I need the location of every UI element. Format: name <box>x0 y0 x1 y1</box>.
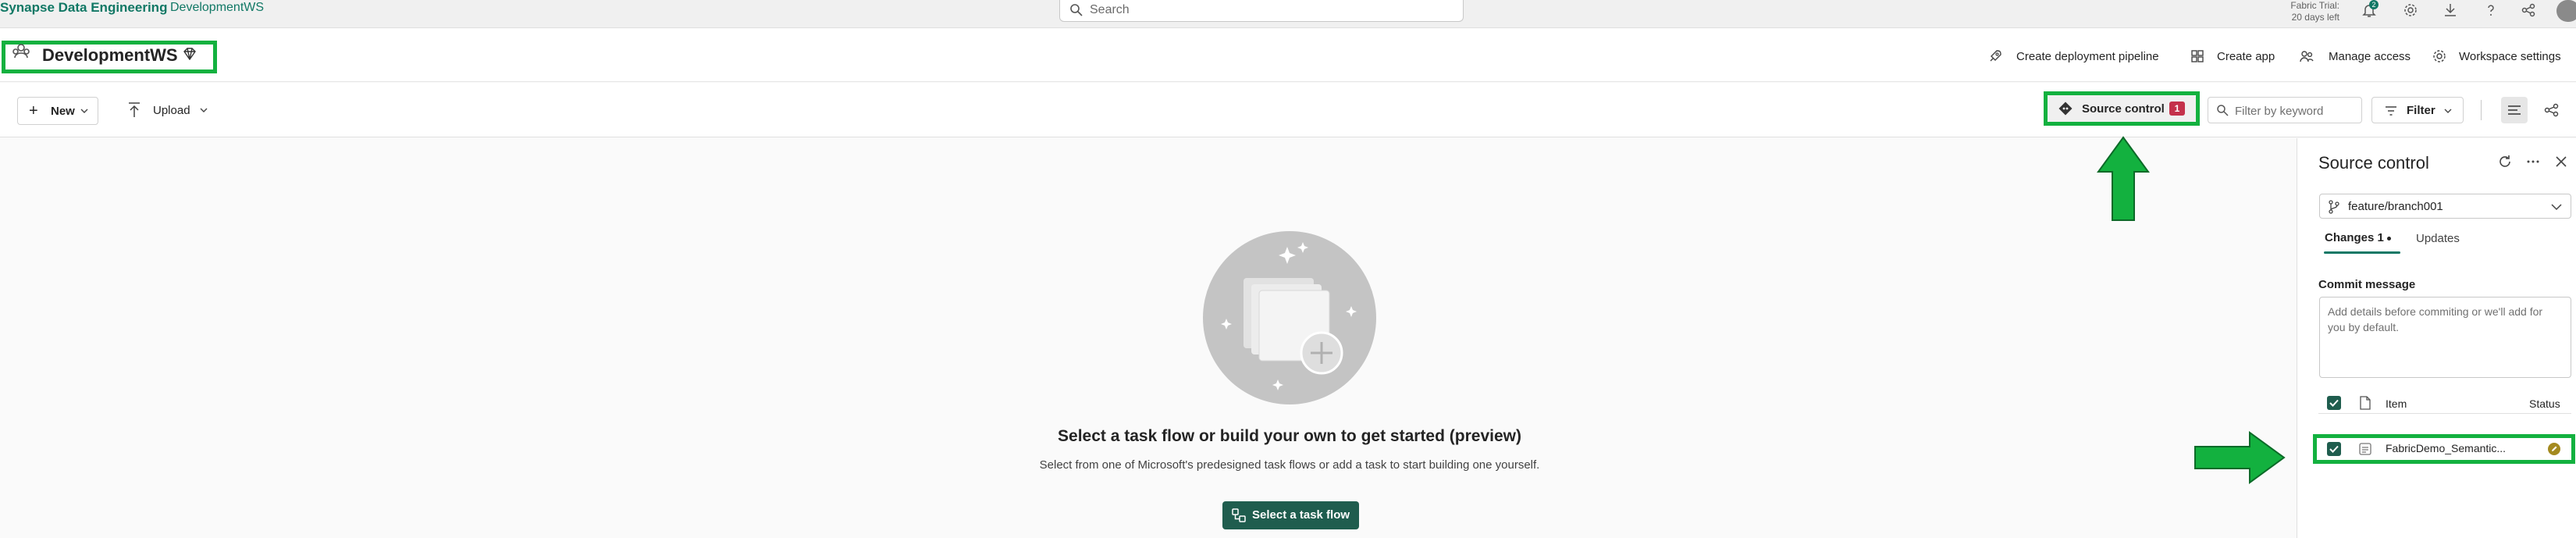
workspace-title: DevelopmentWS <box>42 45 178 65</box>
filter-placeholder: Filter by keyword <box>2235 105 2324 118</box>
filter-icon <box>2386 106 2396 116</box>
upload-label: Upload <box>153 104 190 117</box>
share-icon[interactable] <box>2520 2 2537 19</box>
chevron-down-icon <box>2444 109 2452 113</box>
refresh-icon[interactable] <box>2496 153 2514 170</box>
tab-changes-indicator <box>2324 251 2400 254</box>
search-box[interactable]: Search <box>1059 0 1464 22</box>
search-placeholder: Search <box>1090 3 1130 16</box>
select-task-flow-label: Select a task flow <box>1252 508 1350 522</box>
branch-name: feature/branch001 <box>2348 200 2443 213</box>
manage-access-button[interactable]: Manage access <box>2329 50 2411 63</box>
notification-badge: 2 <box>2369 0 2379 9</box>
git-icon <box>2058 102 2073 116</box>
branch-icon <box>2329 200 2339 214</box>
filter-button[interactable]: Filter <box>2371 97 2464 123</box>
diamond-icon <box>183 48 196 60</box>
source-control-button[interactable]: Source control 1 <box>2048 95 2196 122</box>
commit-message-label: Commit message <box>2318 278 2416 291</box>
pencil-icon <box>2552 446 2557 451</box>
gear-icon[interactable] <box>2402 2 2419 19</box>
people-icon <box>2300 51 2314 62</box>
trial-line1: Fabric Trial: <box>2290 0 2339 11</box>
filter-label: Filter <box>2407 104 2435 117</box>
rocket-icon <box>1990 50 2001 62</box>
lineage-view-button[interactable] <box>2539 97 2565 123</box>
arrow-annotation-right <box>2194 431 2286 484</box>
panel-title: Source control <box>2318 153 2429 173</box>
empty-state-illustration <box>1203 231 1376 404</box>
list-view-button[interactable] <box>2501 97 2528 123</box>
create-app-button[interactable]: Create app <box>2217 50 2275 63</box>
help-icon[interactable] <box>2482 2 2500 19</box>
workspace-icon <box>12 44 30 59</box>
checkmark-icon <box>2329 399 2339 407</box>
chevron-down-icon <box>80 109 88 113</box>
column-header-item: Item <box>2386 397 2407 410</box>
avatar[interactable] <box>2556 0 2576 22</box>
select-task-flow-button[interactable]: Select a task flow <box>1222 501 1359 529</box>
new-button[interactable]: + New <box>17 97 98 125</box>
arrow-annotation-up <box>2097 136 2150 221</box>
search-icon <box>1070 4 1083 16</box>
tab-changes[interactable]: Changes 1 <box>2325 231 2384 244</box>
list-icon <box>2508 105 2521 115</box>
main-canvas <box>0 138 2297 538</box>
column-header-status: Status <box>2529 397 2560 410</box>
task-flow-icon <box>1232 508 1246 522</box>
plus-icon: + <box>29 102 38 119</box>
upload-button[interactable]: Upload <box>122 97 215 125</box>
commit-message-field[interactable]: Add details before commiting or we'll ad… <box>2319 297 2571 378</box>
trial-status[interactable]: Fabric Trial: 20 days left <box>2275 0 2339 23</box>
breadcrumb-workspace[interactable]: DevelopmentWS <box>170 1 264 15</box>
chevron-down-icon <box>2551 204 2562 211</box>
branch-selector[interactable]: feature/branch001 <box>2319 194 2571 219</box>
search-icon <box>2217 105 2229 116</box>
gear-icon <box>2433 50 2446 62</box>
workspace-settings-button[interactable]: Workspace settings <box>2459 50 2561 63</box>
empty-state-title: Select a task flow or build your own to … <box>1058 427 1521 445</box>
new-label: New <box>51 105 75 118</box>
filter-by-keyword-input[interactable]: Filter by keyword <box>2208 97 2362 123</box>
file-icon <box>2360 396 2371 410</box>
semantic-model-icon <box>2359 443 2371 455</box>
toolbar-divider <box>2481 100 2482 120</box>
tab-updates[interactable]: Updates <box>2416 232 2460 245</box>
create-deployment-pipeline-button[interactable]: Create deployment pipeline <box>2016 50 2159 63</box>
source-control-label: Source control <box>2082 102 2165 116</box>
row-checkbox[interactable] <box>2327 442 2341 456</box>
checkmark-icon <box>2329 445 2339 453</box>
modified-status-icon <box>2548 443 2560 455</box>
close-icon[interactable] <box>2553 153 2570 170</box>
commit-placeholder: Add details before commiting or we'll ad… <box>2328 305 2543 333</box>
lineage-icon <box>2544 103 2559 117</box>
unsaved-dot <box>2387 237 2391 240</box>
empty-state-subtitle: Select from one of Microsoft's predesign… <box>1039 458 1540 472</box>
chevron-down-icon <box>200 108 208 112</box>
changed-item-name[interactable]: FabricDemo_Semantic... <box>2386 442 2506 454</box>
changes-count-badge: 1 <box>2169 102 2185 116</box>
apps-icon <box>2191 50 2204 62</box>
upload-icon <box>129 102 140 117</box>
download-icon[interactable] <box>2442 2 2459 19</box>
select-all-checkbox[interactable] <box>2327 396 2341 410</box>
app-brand[interactable]: Synapse Data Engineering <box>0 0 167 16</box>
more-options-icon[interactable] <box>2524 153 2542 170</box>
trial-line2: 20 days left <box>2291 12 2339 23</box>
